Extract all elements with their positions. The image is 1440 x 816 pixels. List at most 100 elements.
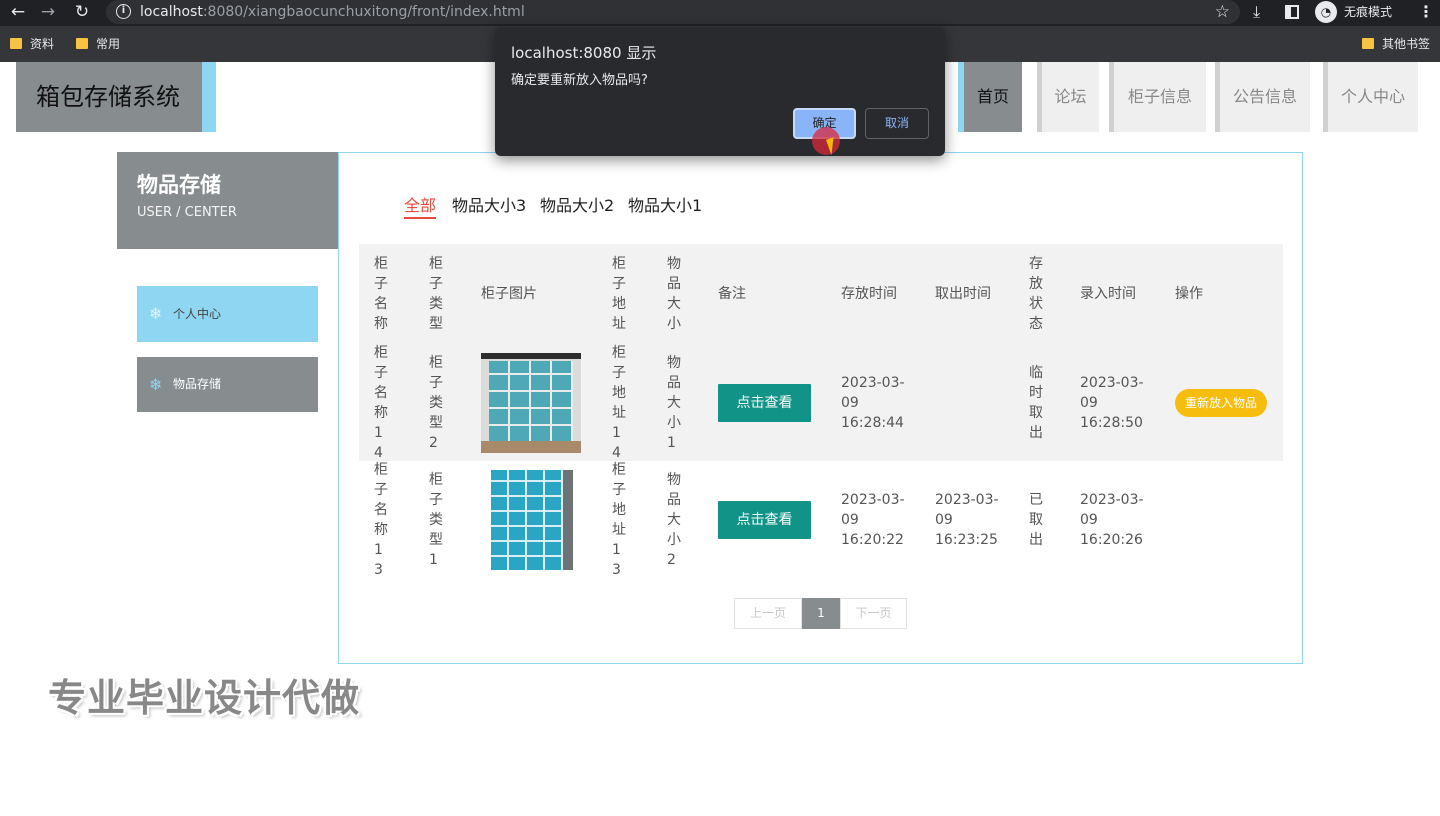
column-header: 存放状态 bbox=[1029, 256, 1043, 332]
column-header: 存放时间 bbox=[841, 286, 897, 302]
column-header: 操作 bbox=[1175, 286, 1203, 302]
side-panel-icon[interactable] bbox=[1285, 5, 1299, 19]
prev-page-button[interactable]: 上一页 bbox=[734, 598, 802, 629]
cancel-button[interactable]: 取消 bbox=[865, 108, 929, 139]
filter-size-1[interactable]: 物品大小1 bbox=[628, 195, 702, 217]
sidebar-title: 物品存储 bbox=[137, 173, 221, 197]
image-lockers bbox=[489, 360, 573, 441]
take-time bbox=[935, 344, 1005, 461]
main-panel: 全部 物品大小3 物品大小2 物品大小1 柜子名称 柜子类型 柜子图片 柜子地址… bbox=[338, 152, 1303, 664]
url-path: :8080/xiangbaocunchuxitong/front/index.h… bbox=[202, 4, 525, 20]
storage-status: 临时取出 bbox=[1029, 364, 1043, 441]
nav-cabinet-info[interactable]: 柜子信息 bbox=[1109, 62, 1206, 132]
bookmark-folder[interactable]: 资料 bbox=[10, 36, 54, 52]
action-cell: 重新放入物品 bbox=[1175, 344, 1267, 461]
other-bookmarks[interactable]: 其他书签 bbox=[1362, 36, 1430, 52]
back-arrow-icon[interactable]: ← bbox=[6, 1, 30, 23]
sidebar-item-label: 物品存储 bbox=[173, 377, 222, 391]
download-icon[interactable]: ⤓ bbox=[1253, 2, 1260, 22]
bookmark-folder[interactable]: 常用 bbox=[76, 36, 120, 52]
take-time: 2023-03-09 16:23:25 bbox=[935, 492, 999, 548]
sidebar-header: 物品存储 USER / CENTER bbox=[117, 152, 338, 249]
image-lockers bbox=[491, 470, 563, 570]
pagination: 上一页 1 下一页 bbox=[734, 598, 907, 629]
sidebar-item-label: 个人中心 bbox=[173, 307, 222, 321]
cabinet-image[interactable] bbox=[481, 352, 581, 453]
item-size: 物品大小2 bbox=[667, 472, 681, 568]
url-host: localhost bbox=[140, 4, 203, 20]
logo-accent bbox=[202, 62, 216, 132]
watermark-text: 专业毕业设计代做 bbox=[48, 676, 361, 720]
column-header: 备注 bbox=[718, 286, 746, 302]
column-header: 取出时间 bbox=[935, 286, 991, 302]
storage-status: 已取出 bbox=[1029, 492, 1043, 548]
bookmark-label: 资料 bbox=[30, 37, 55, 51]
column-header: 录入时间 bbox=[1080, 286, 1136, 302]
entry-time: 2023-03-09 16:20:26 bbox=[1080, 492, 1144, 548]
column-header: 柜子类型 bbox=[429, 256, 443, 332]
bookmark-label: 常用 bbox=[96, 37, 121, 51]
store-time: 2023-03-09 16:20:22 bbox=[841, 492, 905, 548]
snowflake-icon: ❄ bbox=[149, 375, 163, 394]
url-text[interactable]: localhost:8080/xiangbaocunchuxitong/fron… bbox=[140, 2, 525, 22]
folder-icon bbox=[1362, 38, 1374, 49]
note-cell: 点击查看 bbox=[718, 344, 811, 461]
nav-user-center[interactable]: 个人中心 bbox=[1323, 62, 1418, 132]
filter-size-2[interactable]: 物品大小2 bbox=[540, 195, 614, 217]
view-note-button[interactable]: 点击查看 bbox=[718, 383, 811, 422]
nav-forum[interactable]: 论坛 bbox=[1037, 62, 1099, 132]
image-ceiling bbox=[481, 352, 581, 359]
image-floor bbox=[481, 440, 581, 453]
nav-announcements[interactable]: 公告信息 bbox=[1215, 62, 1310, 132]
table-row: 柜子名称14 柜子类型2 柜子地址14 物品大小1 点击查看 2023-03-0… bbox=[359, 344, 1283, 461]
cabinet-image[interactable] bbox=[491, 470, 581, 570]
column-header: 柜子地址 bbox=[612, 256, 626, 332]
folder-icon bbox=[76, 38, 88, 49]
table-header-row: 柜子名称 柜子类型 柜子图片 柜子地址 物品大小 备注 存放时间 取出时间 存放… bbox=[359, 244, 1283, 344]
image-side bbox=[563, 470, 573, 570]
cabinet-name: 柜子名称13 bbox=[374, 462, 388, 578]
cabinet-image-cell bbox=[481, 461, 581, 579]
site-logo[interactable]: 箱包存储系统 bbox=[16, 62, 202, 132]
sidebar-subtitle: USER / CENTER bbox=[137, 205, 237, 220]
store-time: 2023-03-09 16:28:44 bbox=[841, 374, 905, 431]
folder-icon bbox=[10, 38, 22, 49]
filter-all[interactable]: 全部 bbox=[404, 195, 437, 219]
nav-home[interactable]: 首页 bbox=[964, 62, 1022, 132]
more-menu-icon[interactable]: ⋮ bbox=[1418, 2, 1434, 22]
bookmark-star-icon[interactable]: ☆ bbox=[1215, 1, 1230, 23]
bookmark-label: 其他书签 bbox=[1382, 37, 1431, 51]
note-cell: 点击查看 bbox=[718, 461, 811, 579]
reload-icon[interactable]: ↻ bbox=[70, 1, 94, 23]
reput-item-button[interactable]: 重新放入物品 bbox=[1175, 388, 1267, 417]
column-header: 柜子名称 bbox=[374, 256, 388, 332]
cabinet-address: 柜子地址13 bbox=[612, 462, 626, 578]
table-row: 柜子名称13 柜子类型1 柜子地址13 物品大小2 点击查看 2023-03-0… bbox=[359, 461, 1283, 579]
dialog-message: 确定要重新放入物品吗? bbox=[511, 73, 648, 88]
incognito-icon[interactable]: ◔ bbox=[1315, 1, 1337, 23]
page-number-button[interactable]: 1 bbox=[802, 598, 840, 629]
column-header: 物品大小 bbox=[667, 256, 681, 332]
view-note-button[interactable]: 点击查看 bbox=[718, 501, 811, 539]
forward-arrow-icon[interactable]: → bbox=[36, 1, 60, 23]
confirm-dialog: localhost:8080 显示 确定要重新放入物品吗? 确定 取消 bbox=[495, 27, 945, 156]
info-icon[interactable]: i bbox=[116, 4, 131, 19]
column-header: 柜子图片 bbox=[481, 286, 537, 302]
address-bar[interactable]: i localhost:8080/xiangbaocunchuxitong/fr… bbox=[106, 0, 1240, 24]
incognito-label[interactable]: 无痕模式 bbox=[1344, 3, 1392, 21]
cabinet-type: 柜子类型1 bbox=[429, 472, 443, 568]
dialog-title: localhost:8080 显示 bbox=[511, 44, 657, 62]
entry-time: 2023-03-09 16:28:50 bbox=[1080, 374, 1144, 431]
browser-toolbar: ← → ↻ i localhost:8080/xiangbaocunchuxit… bbox=[0, 0, 1440, 26]
next-page-button[interactable]: 下一页 bbox=[840, 598, 907, 629]
filter-size-3[interactable]: 物品大小3 bbox=[452, 195, 526, 217]
page-content: 箱包存储系统 首页 论坛 柜子信息 公告信息 个人中心 物品存储 USER / … bbox=[0, 62, 1440, 816]
cabinet-name: 柜子名称14 bbox=[374, 344, 388, 461]
item-size: 物品大小1 bbox=[667, 354, 681, 451]
cabinet-address: 柜子地址14 bbox=[612, 344, 626, 461]
sidebar-item-item-storage[interactable]: ❄ 物品存储 bbox=[137, 357, 318, 412]
cabinet-type: 柜子类型2 bbox=[429, 354, 443, 451]
cabinet-image-cell bbox=[481, 344, 581, 461]
sidebar-item-user-center[interactable]: ❄ 个人中心 bbox=[137, 286, 318, 342]
snowflake-icon: ❄ bbox=[149, 304, 163, 323]
